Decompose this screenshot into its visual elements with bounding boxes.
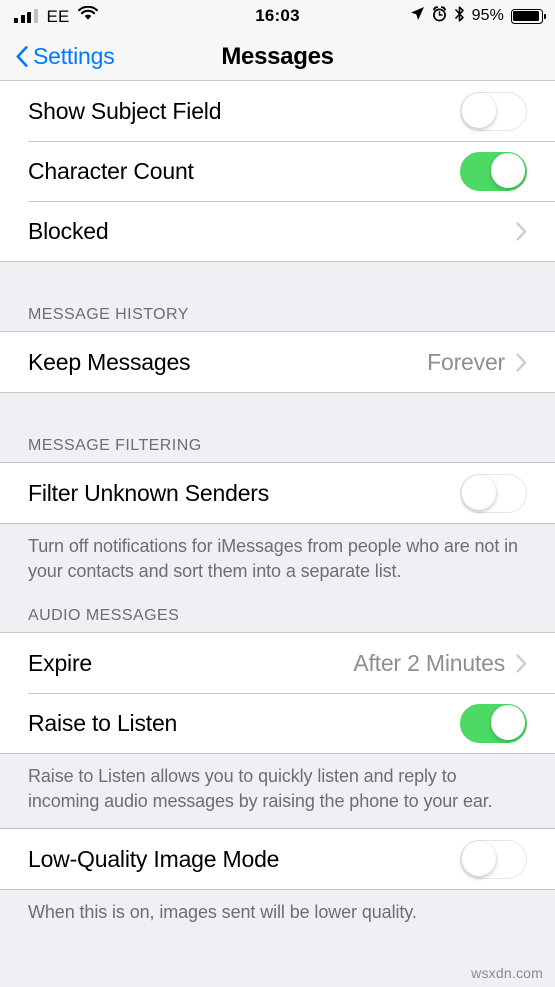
row-label: Blocked [28, 217, 109, 244]
row-label: Filter Unknown Senders [28, 479, 270, 506]
row-expire[interactable]: Expire After 2 Minutes [0, 633, 555, 693]
section-footer-message-filtering: Turn off notifications for iMessages fro… [28, 536, 518, 581]
status-bar: EE 16:03 95% [0, 0, 555, 32]
row-filter-unknown-senders[interactable]: Filter Unknown Senders [0, 463, 555, 523]
row-label: Low-Quality Image Mode [28, 845, 280, 872]
location-arrow-icon [410, 6, 425, 26]
chevron-right-icon [516, 221, 527, 241]
row-character-count[interactable]: Character Count [0, 141, 555, 201]
row-value: Forever [427, 348, 505, 375]
section-header-message-history: MESSAGE HISTORY [28, 306, 189, 323]
alarm-clock-icon [432, 5, 447, 27]
row-raise-to-listen[interactable]: Raise to Listen [0, 693, 555, 753]
row-value: After 2 Minutes [353, 649, 505, 676]
iphone-settings-screen: EE 16:03 95% Settings Messages Show Subj… [0, 0, 555, 987]
section-general: Show Subject Field Character Count Block… [0, 81, 555, 262]
toggle-character-count[interactable] [460, 151, 527, 191]
watermark: wsxdn.com [471, 965, 543, 981]
row-label: Raise to Listen [28, 709, 178, 736]
section-footer-low-quality-image-mode: When this is on, images sent will be low… [28, 902, 417, 922]
section-footer-audio-messages: Raise to Listen allows you to quickly li… [28, 766, 493, 811]
toggle-show-subject-field[interactable] [460, 91, 527, 131]
section-header-message-filtering: MESSAGE FILTERING [28, 437, 202, 454]
section-message-filtering: Filter Unknown Senders [0, 462, 555, 524]
status-bar-right: 95% [410, 0, 547, 32]
navigation-bar: Settings Messages [0, 32, 555, 81]
row-blocked[interactable]: Blocked [0, 201, 555, 261]
row-keep-messages[interactable]: Keep Messages Forever [0, 332, 555, 392]
row-label: Character Count [28, 157, 194, 184]
row-label: Keep Messages [28, 348, 191, 375]
battery-icon [511, 8, 547, 24]
row-show-subject-field[interactable]: Show Subject Field [0, 81, 555, 141]
settings-list[interactable]: Show Subject Field Character Count Block… [0, 81, 555, 986]
bluetooth-icon [454, 5, 465, 27]
row-low-quality-image-mode[interactable]: Low-Quality Image Mode [0, 829, 555, 889]
section-low-quality-image-mode: Low-Quality Image Mode [0, 828, 555, 890]
row-label: Expire [28, 649, 92, 676]
chevron-right-icon [516, 352, 527, 372]
section-header-audio-messages: AUDIO MESSAGES [28, 607, 180, 624]
toggle-filter-unknown-senders[interactable] [460, 473, 527, 513]
chevron-right-icon [516, 653, 527, 673]
row-label: Show Subject Field [28, 97, 222, 124]
toggle-raise-to-listen[interactable] [460, 703, 527, 743]
section-audio-messages: Expire After 2 Minutes Raise to Listen [0, 632, 555, 754]
toggle-low-quality-image-mode[interactable] [460, 839, 527, 879]
battery-percent-label: 95% [471, 7, 504, 24]
page-title: Messages [221, 43, 334, 70]
section-message-history: Keep Messages Forever [0, 331, 555, 393]
